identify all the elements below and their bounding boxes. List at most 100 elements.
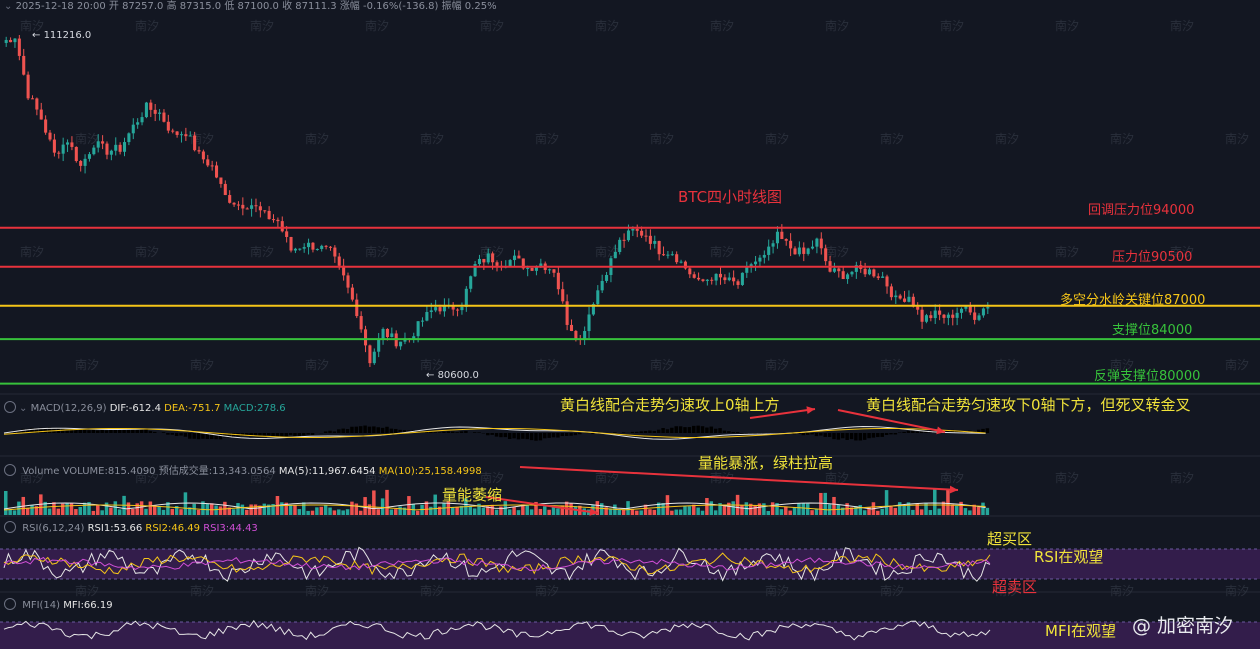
macd-bar xyxy=(814,433,819,437)
watermark-text: 南汐 xyxy=(825,18,849,33)
candle-body xyxy=(302,247,306,249)
collapse-icon[interactable] xyxy=(4,401,16,413)
macd-bar xyxy=(503,433,508,438)
volume-bar xyxy=(30,505,34,515)
watermark-text: 南汐 xyxy=(650,583,674,598)
candle-body xyxy=(815,238,819,247)
settings-icon[interactable]: ⌄ xyxy=(19,403,27,414)
candle-body xyxy=(245,208,249,210)
ohlc-header: ⌄ 2025-12-18 20:00 开 87257.0 高 87315.0 低… xyxy=(4,0,497,12)
candle-body xyxy=(924,315,928,322)
candle-body xyxy=(390,333,394,338)
candle-body xyxy=(718,273,723,278)
macd-bar xyxy=(100,429,104,433)
candle-body xyxy=(333,247,337,257)
collapse-icon[interactable] xyxy=(4,521,16,533)
volume-bar xyxy=(976,506,981,515)
macd-bar xyxy=(477,432,481,433)
candle-body xyxy=(780,231,784,240)
macd-bar xyxy=(516,433,521,440)
volume-bar xyxy=(968,510,972,515)
macd-bar xyxy=(569,433,573,436)
macd-bar xyxy=(547,433,551,438)
candle-body xyxy=(754,261,758,265)
candle-body xyxy=(399,341,403,347)
candle-body xyxy=(771,243,775,247)
candle-body xyxy=(596,290,600,305)
macd-bar xyxy=(884,433,889,435)
candle-body xyxy=(254,205,258,207)
macd-bar xyxy=(179,433,183,436)
volume-bar xyxy=(805,503,810,515)
macd-bar xyxy=(271,433,275,437)
volume-bar xyxy=(937,508,941,515)
collapse-icon[interactable] xyxy=(4,598,16,610)
candle-body xyxy=(149,102,153,110)
candle-body xyxy=(66,142,70,145)
candle-body xyxy=(670,254,674,256)
collapse-icon[interactable] xyxy=(4,464,16,476)
macd-bar xyxy=(849,433,854,440)
volume-bar xyxy=(74,509,78,515)
volume-bar xyxy=(731,501,735,515)
volume-bar xyxy=(354,503,359,515)
candle-body xyxy=(377,339,381,352)
chevron-icon[interactable]: ⌄ xyxy=(4,1,16,12)
candle-body xyxy=(920,309,924,322)
volume-bar xyxy=(889,506,893,515)
candle-body xyxy=(850,271,854,275)
candle-body xyxy=(122,142,127,152)
candle-body xyxy=(916,306,920,310)
candle-body xyxy=(464,288,468,307)
volume-bar xyxy=(897,502,902,515)
price-high-label: 111216.0 xyxy=(43,30,92,41)
volume-bar xyxy=(56,508,61,515)
candle-body xyxy=(434,307,438,311)
candle-body xyxy=(9,39,13,43)
candle-body xyxy=(802,247,806,254)
macd-bar xyxy=(354,426,359,433)
volume-bar xyxy=(858,505,863,515)
candle-body xyxy=(359,316,363,330)
watermark-text: 南汐 xyxy=(535,357,559,372)
volume-bar xyxy=(797,503,801,515)
mfi-pane-label: MFI(14) MFI:66.19 xyxy=(4,598,113,611)
candle-body xyxy=(526,267,530,269)
volume-bar xyxy=(516,510,521,515)
macd-bar xyxy=(306,433,310,435)
candle-body xyxy=(872,269,876,277)
macd-bar xyxy=(529,433,534,441)
watermark-text: 南汐 xyxy=(305,131,329,146)
candle-body xyxy=(705,279,709,281)
macd-bar xyxy=(551,433,556,438)
macd-bar xyxy=(380,427,385,433)
watermark-text: 南汐 xyxy=(1225,357,1249,372)
volume-bar xyxy=(69,503,74,515)
candle-body xyxy=(626,230,631,241)
candle-body xyxy=(959,308,964,313)
watermark-text: 南汐 xyxy=(190,357,214,372)
candle-body xyxy=(223,183,227,196)
candle-body xyxy=(35,98,39,110)
volume-bar xyxy=(832,496,836,515)
macd-bar xyxy=(214,433,218,440)
volume-bar xyxy=(4,490,8,515)
chart-title: BTC四小时线图 xyxy=(678,188,783,206)
macd-bar xyxy=(82,429,87,433)
volume-bar xyxy=(389,509,394,515)
candle-body xyxy=(942,314,946,318)
volume-bar xyxy=(762,503,766,515)
watermark-text: 南汐 xyxy=(1110,131,1134,146)
watermark-text: 南汐 xyxy=(710,18,734,33)
volume-bar xyxy=(65,503,69,515)
volume-bar xyxy=(538,508,543,515)
candle-body xyxy=(762,254,766,258)
candle-body xyxy=(495,262,499,266)
candle-body xyxy=(933,310,937,319)
volume-bar xyxy=(683,506,687,515)
macd-bar xyxy=(192,433,196,439)
macd-bar xyxy=(670,427,674,433)
watermark-text: 南汐 xyxy=(940,18,964,33)
volume-bar xyxy=(599,503,604,515)
volume-bar xyxy=(661,503,665,515)
